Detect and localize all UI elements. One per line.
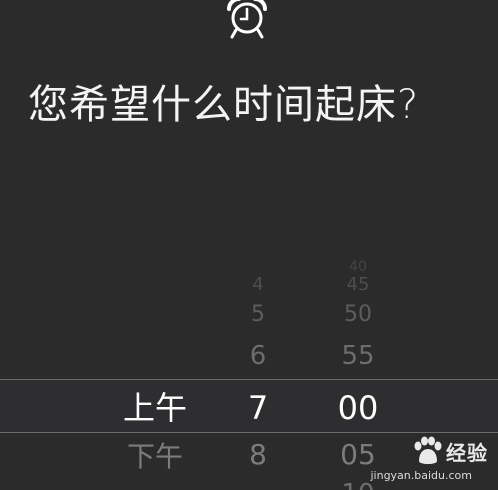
minute-option[interactable]: 45 [318, 276, 398, 294]
watermark: 经验 [410, 434, 488, 468]
hour-option[interactable]: 6 [225, 343, 291, 369]
alarm-setup-screen: { "title": "您希望什么时间起床?", "picker": { "am… [0, 0, 498, 490]
hour-option[interactable]: 4 [225, 276, 291, 294]
minute-option[interactable]: 40 [318, 260, 398, 274]
hour-option[interactable]: 5 [225, 304, 291, 326]
hour-option[interactable]: 8 [225, 441, 291, 469]
alarm-clock-icon [227, 0, 267, 39]
minute-selected[interactable]: 00 [318, 392, 398, 424]
minute-option[interactable]: 50 [318, 304, 398, 326]
ampm-selected[interactable]: 上午 [95, 392, 215, 424]
ampm-option[interactable]: 下午 [95, 443, 215, 471]
watermark-url: jingyan.baidu.com [370, 469, 472, 482]
minute-option[interactable]: 55 [318, 343, 398, 369]
baidu-paw-logo [414, 436, 442, 464]
page-title: 您希望什么时间起床? [28, 82, 420, 128]
minute-option[interactable]: 10 [318, 481, 398, 490]
watermark-text: 经验 [446, 440, 488, 465]
hour-selected[interactable]: 7 [225, 392, 291, 424]
minute-option[interactable]: 05 [318, 441, 398, 469]
